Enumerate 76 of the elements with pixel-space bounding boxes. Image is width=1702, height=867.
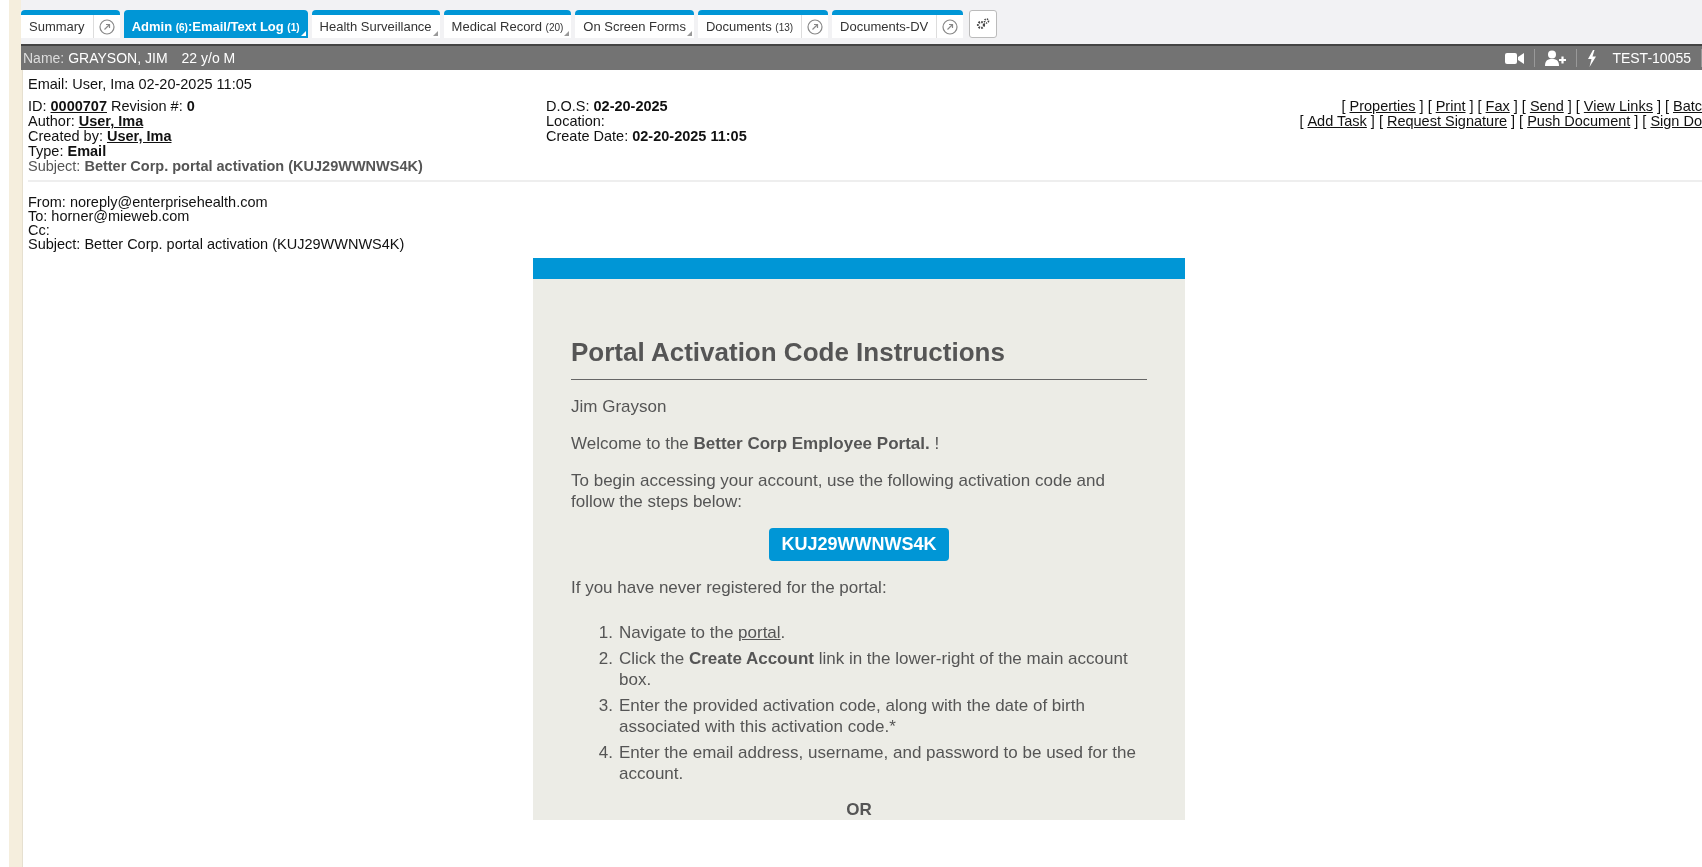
bracket: ] [ <box>1567 98 1580 114</box>
record-id: TEST-10055 <box>1612 50 1691 66</box>
patient-age-sex: 22 y/o M <box>181 50 236 66</box>
settings-button[interactable] <box>969 10 998 38</box>
email-heading: Portal Activation Code Instructions <box>571 337 1147 380</box>
bracket: ] [ <box>1469 98 1482 114</box>
info-label: Created by: <box>28 129 103 144</box>
step-text: Enter the provided activation code, along with the date of birth associated with this activation code.* <box>619 696 1085 736</box>
info-label: Author: <box>28 114 75 129</box>
action-link[interactable]: Sign Do <box>1650 113 1702 129</box>
step-number: 3. <box>597 695 613 717</box>
step-text: Enter the email address, username, and password to be used for the account. <box>619 743 1136 783</box>
email-header: Cc: <box>28 223 51 237</box>
step-text: Click the Create Account link in the lower-right of the main account box. <box>619 649 1128 689</box>
step-number: 1. <box>597 622 613 643</box>
bracket: ] [ <box>1656 98 1669 114</box>
popout-icon[interactable] <box>942 18 959 35</box>
tab[interactable]: Documents (13) <box>697 10 829 38</box>
add-user-icon[interactable] <box>1545 50 1567 66</box>
portal-link[interactable]: portal <box>738 623 781 642</box>
info-label: Subject: <box>28 159 81 174</box>
popout-icon[interactable] <box>98 18 115 35</box>
greeting: Jim Grayson <box>571 396 668 417</box>
info-label: Create Date: <box>546 129 629 144</box>
activation-code: KUJ29WWNWS4K <box>769 528 949 561</box>
instruction-text: If you have never registered for the portal: <box>571 577 888 598</box>
action-link[interactable]: View Links <box>1583 98 1653 114</box>
video-camera-icon[interactable] <box>1505 51 1525 65</box>
action-link[interactable]: Request Signature <box>1386 113 1508 129</box>
step-number: 4. <box>597 742 613 764</box>
action-link[interactable]: Fax <box>1485 98 1510 114</box>
tab[interactable]: Health Surveillance <box>311 10 440 38</box>
info-label: Location: <box>546 114 605 129</box>
tab[interactable]: Medical Record (20) <box>443 10 572 38</box>
email-header: To: horner@mieweb.com <box>28 209 190 223</box>
info-label: Revision #: <box>111 99 183 114</box>
info-value: 0 <box>186 99 195 114</box>
action-link[interactable]: Properties <box>1349 98 1416 114</box>
tab[interactable]: Summary <box>21 10 120 38</box>
bracket: ] [ <box>1511 113 1524 129</box>
bracket: ] [ <box>1370 113 1383 129</box>
tab[interactable]: On Screen Forms <box>575 10 694 38</box>
info-value: Better Corp. portal activation (KUJ29WWNWS4K) <box>84 159 423 174</box>
lightning-icon[interactable] <box>1587 49 1597 67</box>
email-header: Subject: Better Corp. portal activation (KUJ29WWNWS4K) <box>28 237 406 251</box>
email-header: From: noreply@enterprisehealth.com <box>28 195 269 209</box>
bracket: ] [ <box>1419 98 1432 114</box>
info-value: Email <box>67 144 107 159</box>
info-value: 02-20-2025 <box>593 99 668 114</box>
action-link[interactable]: Print <box>1435 98 1466 114</box>
popout-icon[interactable] <box>807 18 824 35</box>
action-link[interactable]: Batc <box>1673 98 1702 114</box>
step-number: 2. <box>597 648 613 670</box>
info-link[interactable]: User, Ima <box>106 129 172 144</box>
info-link[interactable]: User, Ima <box>78 114 144 129</box>
name-label: Name: <box>22 50 65 66</box>
tab[interactable]: Documents-DV <box>832 10 964 38</box>
or-separator: OR <box>845 800 873 820</box>
patient-name: GRAYSON, JIM <box>68 50 168 66</box>
document-title: Email: User, Ima 02-20-2025 11:05 <box>28 76 253 92</box>
action-link[interactable]: Add Task <box>1307 113 1367 129</box>
info-label: ID: <box>28 99 47 114</box>
step-text: Navigate to the <box>619 623 735 642</box>
intro-text: To begin accessing your account, use the following activation code and follow the steps below: <box>571 470 1106 512</box>
action-link[interactable]: Push Document <box>1527 113 1631 129</box>
bracket: [ <box>1341 98 1346 114</box>
welcome-text: Welcome to the Better Corp Employee Portal. ! <box>571 433 941 454</box>
action-link[interactable]: Send <box>1529 98 1564 114</box>
info-value: 02-20-2025 11:05 <box>632 129 747 144</box>
bracket: ] [ <box>1634 113 1647 129</box>
info-link[interactable]: 0000707 <box>50 99 107 114</box>
step-text: . <box>780 623 786 642</box>
info-label: D.O.S: <box>546 99 590 114</box>
info-label: Type: <box>28 144 64 159</box>
bracket: [ <box>1299 113 1304 129</box>
bracket: ] [ <box>1513 98 1526 114</box>
